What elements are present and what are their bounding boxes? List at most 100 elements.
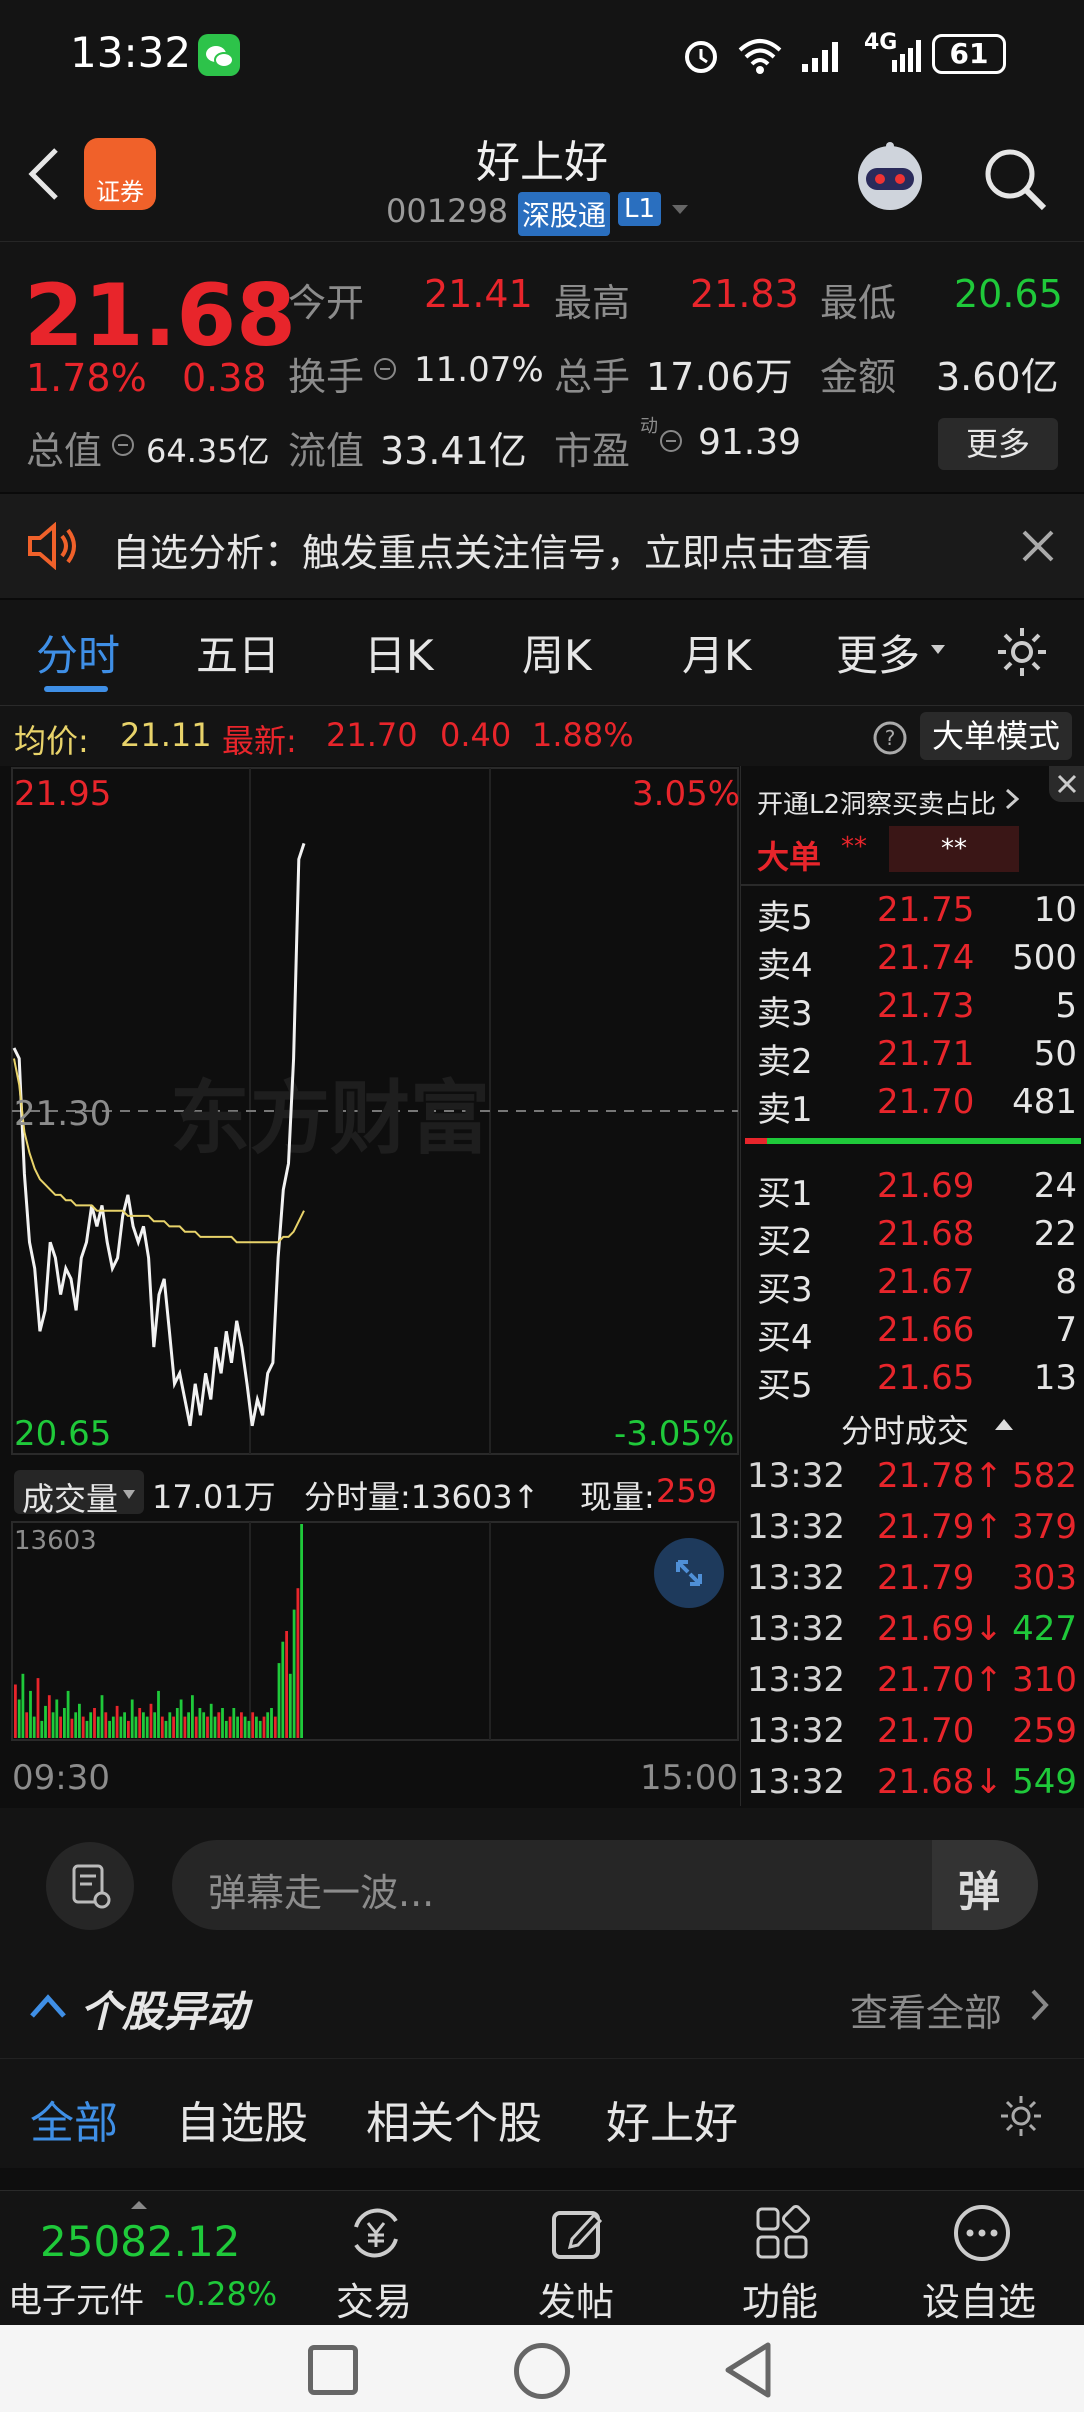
divider	[741, 884, 1084, 886]
current-price: 21.68	[24, 266, 297, 366]
bid-level-row[interactable]: 买2 21.68 22	[741, 1214, 1084, 1262]
high-value: 21.83	[690, 272, 799, 316]
intraday-chart[interactable]: 东方财富 21.95 21.30 20.65 3.05% -3.05% 成交量 …	[0, 766, 740, 1806]
trade-nav-item[interactable]: 交易	[320, 2191, 430, 2324]
bid-level-row[interactable]: 买1 21.69 24	[741, 1166, 1084, 1214]
chevron-up-icon[interactable]	[28, 1990, 68, 2024]
l2-promo-link[interactable]: 开通L2洞察买卖占比	[757, 784, 996, 821]
ask-level-row[interactable]: 卖4 21.74 500	[741, 938, 1084, 986]
change-percent: 1.78%	[26, 356, 147, 400]
home-button[interactable]	[514, 2343, 570, 2399]
trade-time: 13:32	[747, 1660, 845, 1700]
bid-level-row[interactable]: 买4 21.66 7	[741, 1310, 1084, 1358]
trade-time: 13:32	[747, 1609, 845, 1649]
volume-bar	[74, 1712, 78, 1738]
open-value: 21.41	[424, 272, 533, 316]
index-value[interactable]: 25082.12	[40, 2217, 240, 2266]
add-watchlist-nav-item[interactable]: 设自选	[914, 2191, 1054, 2324]
last-percent: 1.88%	[532, 716, 634, 754]
close-icon[interactable]	[1020, 528, 1056, 568]
volume-bar	[209, 1703, 213, 1738]
ask-level-row[interactable]: 卖1 21.70 481	[741, 1082, 1084, 1130]
ask-level-row[interactable]: 卖3 21.73 5	[741, 986, 1084, 1034]
volume-label: 总手	[554, 355, 631, 399]
recent-apps-button[interactable]	[308, 2345, 358, 2395]
trade-time: 13:32	[747, 1507, 845, 1547]
volume-bar	[44, 1705, 47, 1738]
expand-icon[interactable]	[654, 1538, 724, 1608]
bid-qty: 7	[1055, 1310, 1077, 1350]
ask-qty: 500	[1012, 938, 1077, 978]
filter-this-stock[interactable]: 好上好	[606, 2087, 738, 2151]
float-label: 流值	[288, 429, 365, 473]
bid-level-row[interactable]: 买5 21.65 13	[741, 1358, 1084, 1406]
grid-icon	[756, 2205, 810, 2259]
help-icon[interactable]: ?	[872, 720, 908, 760]
volume-bar	[270, 1708, 273, 1738]
tab-daily-k[interactable]: 日K	[364, 622, 434, 683]
tab-more[interactable]: 更多	[836, 622, 920, 683]
filter-all[interactable]: 全部	[30, 2087, 118, 2151]
volume-bar	[232, 1708, 236, 1738]
trade-tick-row: 13:32 21.70↑ 310	[741, 1660, 1084, 1711]
tab-weekly-k[interactable]: 周K	[522, 622, 592, 683]
ask-qty: 481	[1012, 1082, 1077, 1122]
more-button[interactable]: 更多	[938, 418, 1058, 470]
volume-bar	[175, 1708, 179, 1738]
bid-label: 买4	[757, 1318, 813, 1358]
back-button[interactable]	[722, 2341, 774, 2403]
signal-icon-2	[890, 38, 926, 78]
volume-bar	[85, 1720, 89, 1738]
volume-bar	[51, 1712, 55, 1738]
analysis-banner[interactable]: 自选分析：触发重点关注信号，立即点击查看	[0, 492, 1084, 600]
tab-five-day[interactable]: 五日	[196, 622, 280, 683]
close-icon[interactable]	[1049, 766, 1084, 802]
intraday-info-line: 均价: 21.11 最新: 21.70 0.40 1.88% ? 大单模式	[0, 706, 1084, 766]
gear-icon[interactable]	[998, 2093, 1044, 2143]
search-icon[interactable]	[980, 144, 1050, 218]
filter-related[interactable]: 相关个股	[366, 2087, 542, 2151]
ask-qty: 50	[1033, 1034, 1077, 1074]
filter-watchlist[interactable]: 自选股	[176, 2087, 308, 2151]
view-all-link[interactable]: 查看全部	[850, 1982, 1002, 2037]
function-nav-item[interactable]: 功能	[726, 2191, 836, 2324]
order-book-panel: 开通L2洞察买卖占比 大单 ** ** 卖5 21.75 10 卖4 21.74 500 卖…	[740, 766, 1084, 1806]
volume-bar	[149, 1703, 153, 1738]
tab-monthly-k[interactable]: 月K	[682, 622, 752, 683]
volume-bar	[127, 1720, 130, 1738]
ask-level-row[interactable]: 卖5 21.75 10	[741, 890, 1084, 938]
big-order-mode-button[interactable]: 大单模式	[920, 712, 1072, 760]
low-value: 20.65	[954, 272, 1063, 316]
trade-price: 21.79	[877, 1558, 975, 1598]
chevron-right-icon	[1005, 788, 1020, 814]
status-time: 13:32	[70, 28, 192, 77]
info-icon-3[interactable]	[658, 428, 684, 458]
bid-label: 买1	[757, 1174, 813, 1214]
speaker-icon	[26, 521, 82, 574]
tab-intraday[interactable]: 分时	[36, 622, 120, 683]
danmu-send-button[interactable]: 弹	[932, 1840, 1038, 1930]
danmu-input[interactable]: 弹幕走一波... 弹	[172, 1840, 1038, 1930]
dropdown-icon[interactable]	[670, 202, 690, 222]
volume-bar	[66, 1690, 70, 1738]
robot-assistant-icon[interactable]	[848, 134, 932, 222]
trade-price: 21.70	[877, 1711, 975, 1751]
last-change: 0.40	[440, 716, 512, 754]
gear-icon[interactable]	[994, 624, 1050, 684]
watermark: 东方财富	[170, 1072, 490, 1165]
document-icon[interactable]	[46, 1842, 134, 1930]
ask-label: 卖5	[757, 898, 813, 938]
post-nav-item[interactable]: 发帖	[524, 2191, 634, 2324]
trade-volume: 259	[1012, 1711, 1077, 1751]
info-icon-2[interactable]	[372, 356, 398, 386]
trade-volume: 310	[1012, 1660, 1077, 1700]
bid-level-row[interactable]: 买3 21.67 8	[741, 1262, 1084, 1310]
ask-level-row[interactable]: 卖2 21.71 50	[741, 1034, 1084, 1082]
volume-selector[interactable]: 成交量	[14, 1470, 144, 1518]
info-icon[interactable]	[110, 432, 136, 462]
index-name[interactable]: 电子元件	[8, 2273, 144, 2322]
volume-bar	[247, 1720, 251, 1738]
volume-bar	[130, 1699, 134, 1738]
volume-bar	[179, 1699, 183, 1738]
trades-title[interactable]: 分时成交	[841, 1406, 969, 1452]
